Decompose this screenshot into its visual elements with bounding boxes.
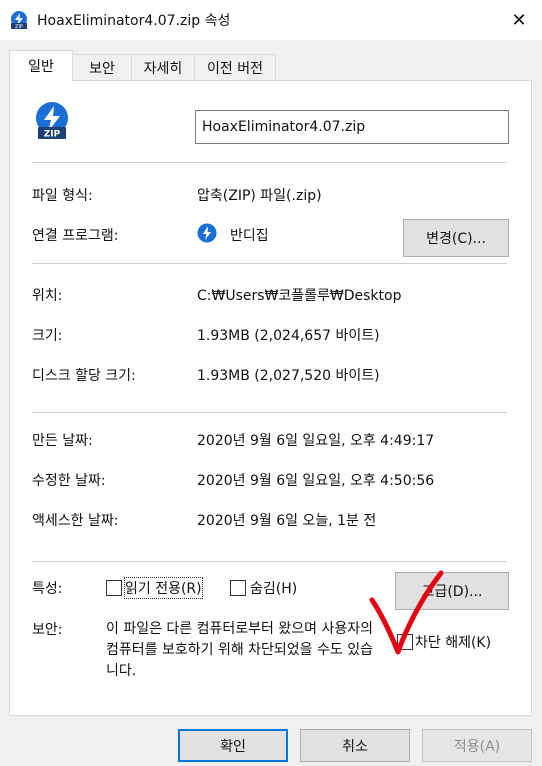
- close-icon: ✕: [511, 9, 527, 31]
- tab-details[interactable]: 자세히: [131, 54, 195, 80]
- tab-previous-versions[interactable]: 이전 버전: [194, 54, 276, 80]
- cancel-button[interactable]: 취소: [300, 729, 410, 762]
- hidden-label[interactable]: 숨김(H): [250, 578, 297, 598]
- tab-general[interactable]: 일반: [9, 50, 73, 81]
- cancel-button-label: 취소: [342, 738, 368, 755]
- tab-details-label: 자세히: [143, 60, 183, 77]
- tab-security-label: 보안: [89, 60, 115, 77]
- size-label: 크기:: [32, 328, 63, 344]
- general-panel: ZIP HoaxEliminator4.07.zip 파일 형식: 압축(ZIP…: [9, 80, 532, 716]
- svg-text:ZIP: ZIP: [44, 130, 61, 140]
- tab-general-label: 일반: [28, 59, 54, 75]
- open-with-label: 연결 프로그램:: [32, 228, 119, 244]
- modified-label: 수정한 날짜:: [32, 473, 106, 489]
- zip-file-icon: ZIP: [11, 11, 27, 30]
- file-type-label: 파일 형식:: [32, 188, 93, 204]
- tab-security[interactable]: 보안: [72, 54, 132, 80]
- separator: [32, 162, 507, 163]
- size-value: 1.93MB (2,024,657 바이트): [197, 328, 380, 344]
- change-button[interactable]: 변경(C)...: [403, 219, 509, 257]
- title-bar: ZIP HoaxEliminator4.07.zip 속성 ✕: [0, 0, 542, 40]
- separator: [32, 412, 507, 413]
- location-label: 위치:: [32, 288, 63, 304]
- accessed-value: 2020년 9월 6일 오늘, 1분 전: [197, 513, 377, 529]
- readonly-checkbox[interactable]: [106, 580, 122, 596]
- ok-button[interactable]: 확인: [178, 729, 288, 762]
- apply-button[interactable]: 적용(A): [422, 729, 532, 762]
- change-button-label: 변경(C)...: [426, 231, 486, 247]
- svg-text:ZIP: ZIP: [15, 24, 23, 30]
- separator: [32, 263, 507, 264]
- disk-size-label: 디스크 할당 크기:: [32, 368, 136, 384]
- hidden-checkbox[interactable]: [230, 580, 246, 596]
- zip-file-icon-large: ZIP: [36, 102, 68, 140]
- location-value: C:₩Users₩코플롤루₩Desktop: [197, 288, 402, 304]
- apply-button-label: 적용(A): [453, 738, 501, 755]
- disk-size-value: 1.93MB (2,027,520 바이트): [197, 368, 380, 384]
- modified-value: 2020년 9월 6일 일요일, 오후 4:50:56: [197, 473, 435, 489]
- security-message: 이 파일은 다른 컴퓨터로부터 왔으며 사용자의 컴퓨터를 보호하기 위해 차단…: [106, 621, 373, 679]
- unblock-label[interactable]: 차단 해제(K): [415, 632, 491, 652]
- separator: [32, 561, 507, 562]
- filename-field[interactable]: HoaxEliminator4.07.zip: [195, 110, 509, 144]
- tab-previous-versions-label: 이전 버전: [207, 60, 263, 77]
- unblock-checkbox[interactable]: [397, 634, 413, 650]
- open-with-value: 반디집: [230, 228, 269, 244]
- readonly-label[interactable]: 읽기 전용(R): [124, 577, 203, 599]
- attributes-label: 특성:: [32, 581, 63, 597]
- ok-button-label: 확인: [220, 738, 246, 755]
- security-label: 보안:: [32, 622, 63, 638]
- created-label: 만든 날짜:: [32, 433, 93, 449]
- created-value: 2020년 9월 6일 일요일, 오후 4:49:17: [197, 433, 435, 449]
- window-title: HoaxEliminator4.07.zip 속성: [37, 13, 231, 29]
- file-type-value: 압축(ZIP) 파일(.zip): [197, 188, 322, 204]
- accessed-label: 액세스한 날짜:: [32, 513, 119, 529]
- advanced-button-label: 고급(D)...: [421, 584, 483, 600]
- close-button[interactable]: ✕: [496, 0, 542, 40]
- bandizip-icon: [197, 223, 217, 243]
- advanced-button[interactable]: 고급(D)...: [395, 572, 509, 610]
